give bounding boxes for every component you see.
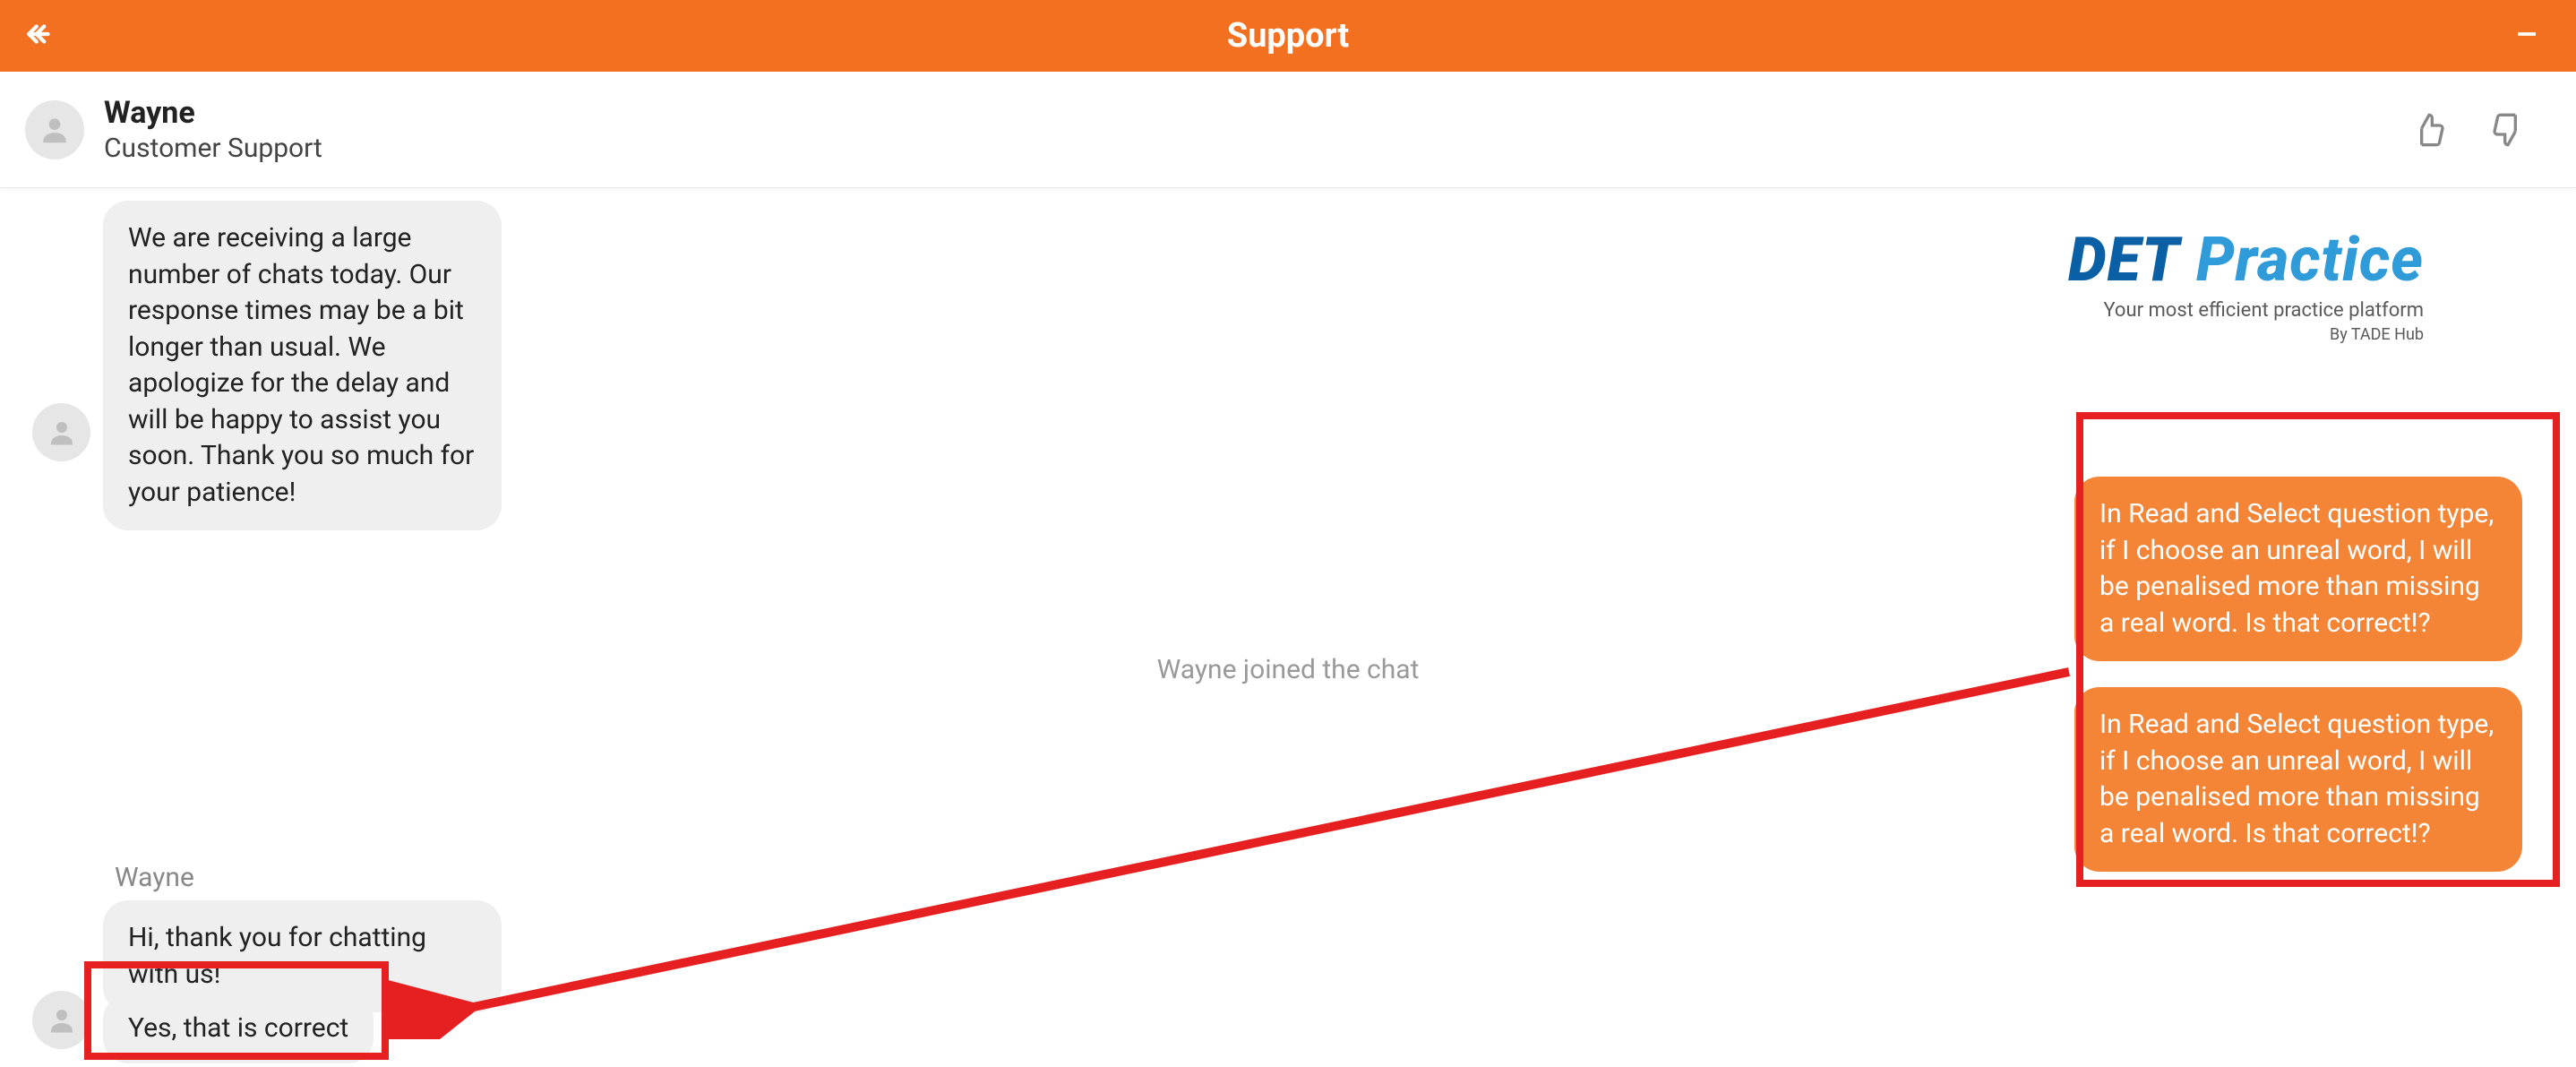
feedback-buttons: [2411, 112, 2551, 148]
agent-reply-avatar: [32, 991, 90, 1049]
agent-avatar: [25, 100, 84, 159]
thumbs-up-icon[interactable]: [2411, 112, 2447, 148]
brand-logo: DET Practice: [2068, 224, 2424, 296]
user-message-bubble: In Read and Select question type, if I c…: [2074, 477, 2522, 661]
brand-part2: Practice: [2196, 224, 2424, 296]
brand-subline: By TADE Hub: [2068, 325, 2424, 344]
brand-tagline: Your most efficient practice platform: [2068, 299, 2424, 322]
agent-name: Wayne: [104, 95, 322, 131]
agent-reply-bubble: Yes, that is correct: [103, 994, 374, 1063]
agent-reply-label: Wayne: [115, 862, 194, 893]
agent-info-strip: Wayne Customer Support: [0, 72, 2576, 188]
user-message-bubble: In Read and Select question type, if I c…: [2074, 687, 2522, 872]
minimize-icon[interactable]: [2513, 21, 2540, 51]
page-title: Support: [0, 16, 2576, 56]
system-message-bubble: We are receiving a large number of chats…: [103, 201, 502, 530]
thumbs-down-icon[interactable]: [2490, 112, 2526, 148]
brand-block: DET Practice Your most efficient practic…: [2068, 224, 2424, 344]
system-avatar: [32, 403, 90, 461]
agent-name-block: Wayne Customer Support: [104, 95, 322, 164]
brand-part1: DET: [2068, 224, 2180, 296]
agent-role: Customer Support: [104, 133, 322, 164]
back-icon[interactable]: [25, 19, 56, 53]
header-bar: Support: [0, 0, 2576, 72]
